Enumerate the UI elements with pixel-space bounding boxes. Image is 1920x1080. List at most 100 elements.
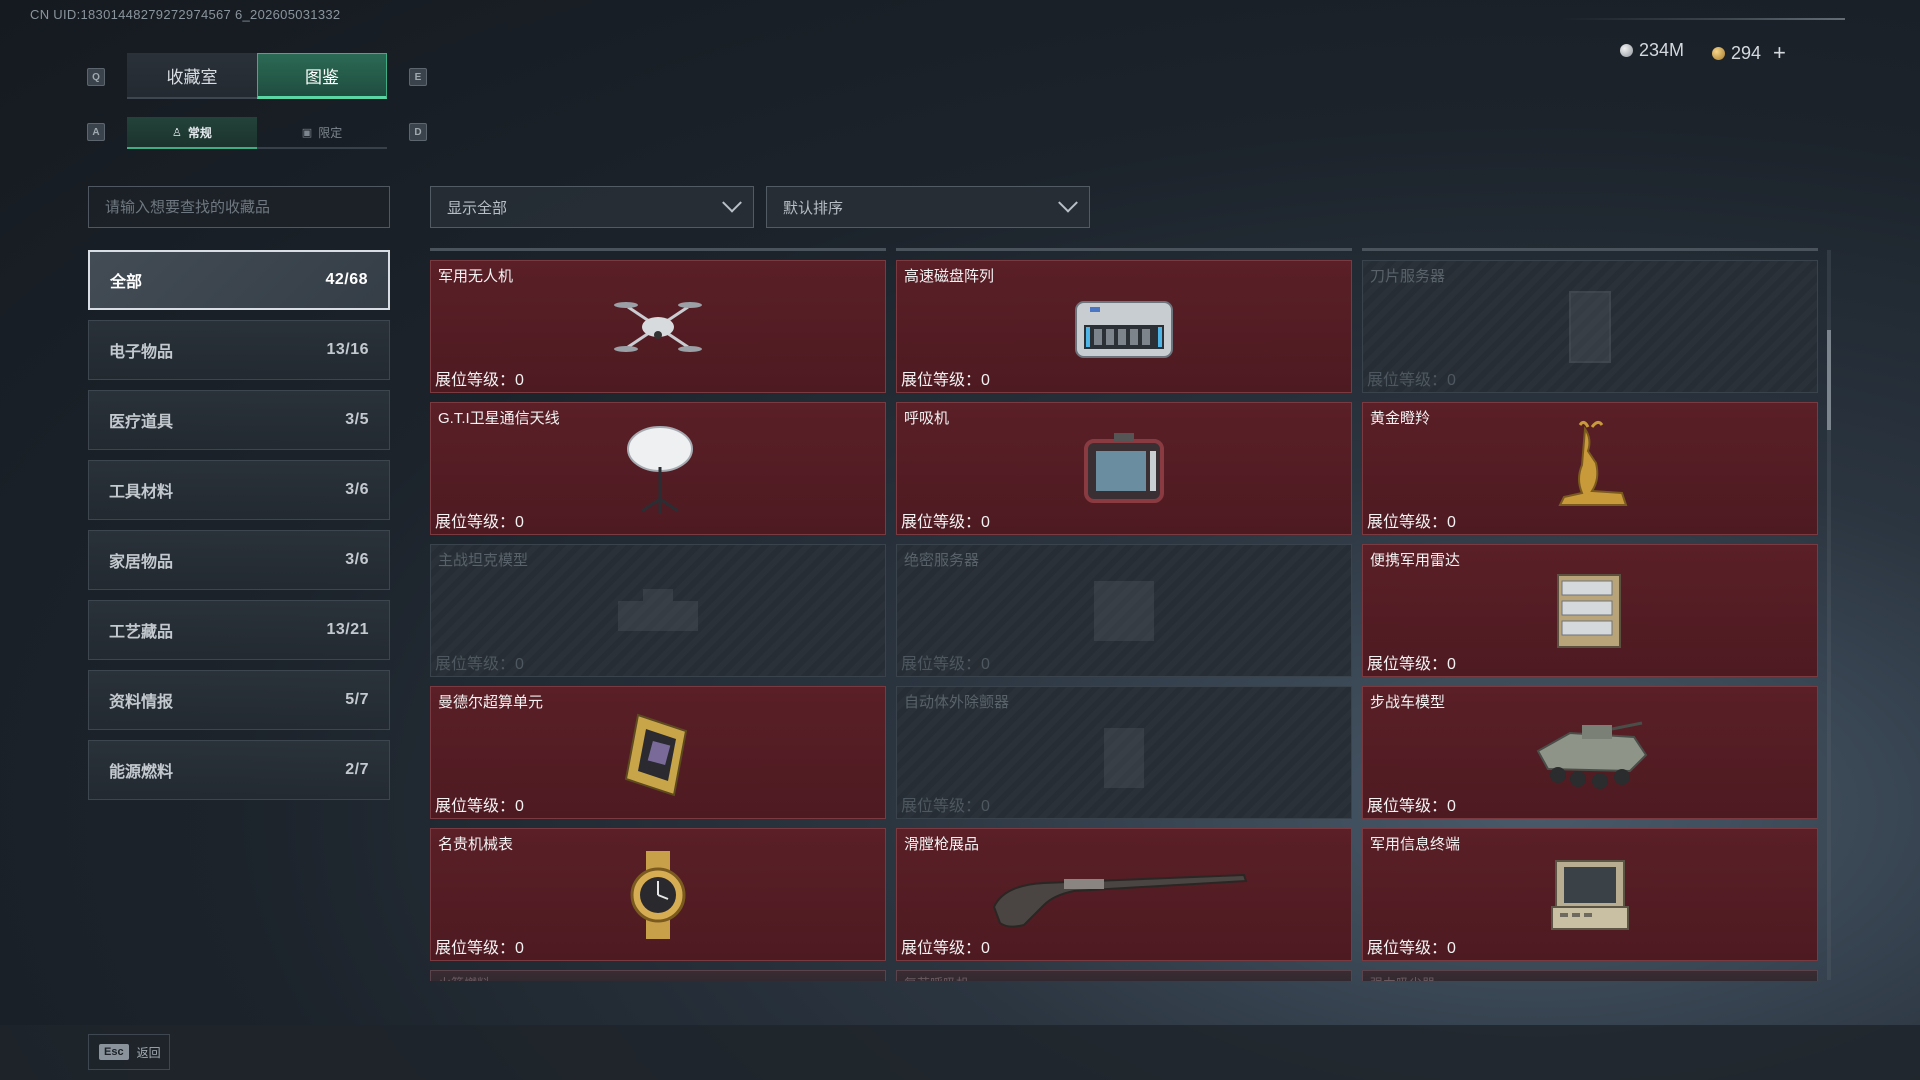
item-card-defibrillator[interactable]: 自动体外除颤器 展位等级：0 (896, 686, 1352, 819)
item-card-secret-server[interactable]: 绝密服务器 展位等级：0 (896, 544, 1352, 677)
item-card-partial[interactable]: 复苏呼吸机 (896, 970, 1352, 981)
chevron-down-icon (1058, 192, 1078, 213)
item-level: 展位等级：0 (435, 514, 524, 531)
secret-server-icon (1064, 561, 1184, 661)
tab-collection-room[interactable]: 收藏室 (127, 53, 257, 99)
radar-icon (1530, 561, 1650, 661)
category-count: 3/5 (345, 411, 369, 428)
watch-icon (598, 845, 718, 945)
item-name: 呼吸机 (904, 410, 950, 427)
category-all[interactable]: 全部 42/68 (88, 250, 390, 310)
category-label: 能源燃料 (109, 764, 174, 781)
category-intel[interactable]: 资料情报 5/7 (88, 670, 390, 730)
search-input[interactable] (88, 186, 390, 228)
top-decor-line (1560, 18, 1845, 20)
category-count: 2/7 (345, 761, 369, 778)
item-card-portable-radar[interactable]: 便携军用雷达 展位等级：0 (1362, 544, 1818, 677)
filter-dropdown[interactable]: 显示全部 (430, 186, 754, 228)
item-name: 名贵机械表 (438, 836, 514, 853)
category-electronics[interactable]: 电子物品 13/16 (88, 320, 390, 380)
category-label: 全部 (110, 274, 143, 291)
category-count: 13/21 (326, 621, 369, 638)
category-count: 3/6 (345, 481, 369, 498)
category-label: 电子物品 (109, 344, 174, 361)
item-name: 军用无人机 (438, 268, 514, 285)
add-currency-icon[interactable]: + (1773, 40, 1786, 66)
tab-catalog[interactable]: 图鉴 (257, 53, 387, 99)
back-button[interactable]: Esc 返回 (88, 1034, 170, 1070)
scrollbar-thumb[interactable] (1827, 330, 1831, 430)
item-name: 军用信息终端 (1370, 836, 1461, 853)
category-tools[interactable]: 工具材料 3/6 (88, 460, 390, 520)
item-card-military-drone[interactable]: 军用无人机 展位等级：0 (430, 260, 886, 393)
item-name: 主战坦克模型 (438, 552, 529, 569)
item-name: 绝密服务器 (904, 552, 980, 569)
tab-regular[interactable]: ♙ 常规 (127, 117, 257, 149)
item-name: G.T.I卫星通信天线 (438, 410, 560, 427)
item-card-ventilator[interactable]: 呼吸机 展位等级：0 (896, 402, 1352, 535)
gold-amount: 294 (1731, 42, 1762, 63)
item-name: 刀片服务器 (1370, 268, 1446, 285)
grid-top-strip (1362, 248, 1818, 251)
silver-currency: 234M (1620, 40, 1684, 61)
gold-coin-icon (1712, 46, 1725, 60)
category-label: 工具材料 (109, 484, 174, 501)
sort-dropdown[interactable]: 默认排序 (766, 186, 1090, 228)
item-card-military-terminal[interactable]: 军用信息终端 展位等级：0 (1362, 828, 1818, 961)
item-level: 展位等级：0 (435, 656, 524, 673)
footer-bar (0, 1025, 1920, 1080)
item-card-partial[interactable]: 火箭燃料 (430, 970, 886, 981)
silver-amount: 234M (1639, 40, 1685, 60)
defibrillator-icon (1064, 703, 1184, 803)
item-card-musket[interactable]: 滑膛枪展品 展位等级：0 (896, 828, 1352, 961)
key-hint-a: A (87, 123, 105, 141)
item-grid: 军用无人机 展位等级：0 高速磁盘阵列 展位等级：0 刀片服务器 展位等级：0 … (430, 248, 1820, 981)
ventilator-icon (1064, 419, 1184, 519)
ifv-model-icon (1530, 703, 1650, 803)
category-count: 3/6 (345, 551, 369, 568)
item-level: 展位等级：0 (435, 940, 524, 957)
item-level: 展位等级：0 (901, 798, 990, 815)
item-card-blade-server[interactable]: 刀片服务器 展位等级：0 (1362, 260, 1818, 393)
musket-icon (984, 845, 1264, 945)
tab-limited-label: 限定 (318, 125, 343, 140)
uid-label: CN UID:18301448279272974567 6_2026050313… (30, 7, 341, 22)
grid-scrollbar[interactable] (1827, 250, 1831, 980)
category-count: 5/7 (345, 691, 369, 708)
item-name: 黄金瞪羚 (1370, 410, 1431, 427)
item-card-luxury-watch[interactable]: 名贵机械表 展位等级：0 (430, 828, 886, 961)
sort-dropdown-value: 默认排序 (783, 199, 844, 217)
item-card-supercomputer-unit[interactable]: 曼德尔超算单元 展位等级：0 (430, 686, 886, 819)
item-card-gold-gazelle[interactable]: 黄金瞪羚 展位等级：0 (1362, 402, 1818, 535)
item-card-satellite-antenna[interactable]: G.T.I卫星通信天线 展位等级：0 (430, 402, 886, 535)
category-medical[interactable]: 医疗道具 3/5 (88, 390, 390, 450)
category-count: 42/68 (325, 271, 368, 288)
blade-server-icon (1530, 277, 1650, 377)
sub-tabs: ♙ 常规 ▣ 限定 (127, 117, 387, 149)
item-card-partial[interactable]: 强力吸尘器 (1362, 970, 1818, 981)
item-card-tank-model[interactable]: 主战坦克模型 展位等级：0 (430, 544, 886, 677)
item-name: 步战车模型 (1370, 694, 1446, 711)
item-level: 展位等级：0 (901, 656, 990, 673)
item-card-ifv-model[interactable]: 步战车模型 展位等级：0 (1362, 686, 1818, 819)
item-name: 自动体外除颤器 (904, 694, 1010, 711)
grid-top-strip (896, 248, 1352, 251)
category-label: 医疗道具 (109, 414, 174, 431)
grid-top-strip (430, 248, 886, 251)
item-name: 高速磁盘阵列 (904, 268, 995, 285)
category-household[interactable]: 家居物品 3/6 (88, 530, 390, 590)
key-hint-q: Q (87, 68, 105, 86)
terminal-icon (1530, 845, 1650, 945)
item-name: 曼德尔超算单元 (438, 694, 544, 711)
item-name: 便携军用雷达 (1370, 552, 1461, 569)
tab-limited[interactable]: ▣ 限定 (257, 117, 387, 149)
category-crafts[interactable]: 工艺藏品 13/21 (88, 600, 390, 660)
category-fuel[interactable]: 能源燃料 2/7 (88, 740, 390, 800)
satellite-dish-icon (598, 419, 718, 519)
gold-gazelle-icon (1530, 419, 1650, 519)
supercomputer-unit-icon (598, 703, 718, 803)
item-level: 展位等级：0 (901, 940, 990, 957)
item-level: 展位等级：0 (1367, 514, 1456, 531)
item-card-disk-array[interactable]: 高速磁盘阵列 展位等级：0 (896, 260, 1352, 393)
silver-coin-icon (1620, 44, 1633, 57)
